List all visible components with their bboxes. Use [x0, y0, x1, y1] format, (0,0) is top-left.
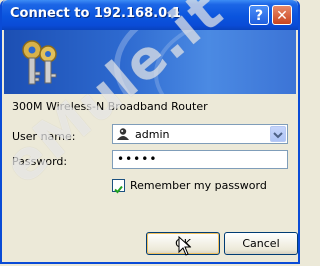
username-value: admin	[135, 128, 170, 141]
remember-checkbox[interactable]	[112, 179, 125, 194]
user-icon	[117, 128, 129, 140]
remember-label[interactable]: Remember my password	[130, 179, 267, 192]
username-combobox[interactable]: admin	[112, 124, 288, 144]
checkmark-icon	[114, 185, 123, 194]
mouse-cursor-icon	[178, 236, 192, 256]
chevron-down-icon	[273, 132, 283, 139]
login-dialog: Connect to 192.168.0.1 ? ✕ 300M Wireless…	[0, 0, 300, 264]
dropdown-arrow-button[interactable]	[270, 126, 286, 142]
close-button[interactable]: ✕	[272, 5, 292, 25]
password-field[interactable]: •••••	[112, 150, 288, 169]
cancel-button[interactable]: Cancel	[224, 232, 298, 255]
password-value: •••••	[117, 152, 158, 166]
keys-icon	[22, 40, 57, 85]
help-button[interactable]: ?	[249, 5, 269, 25]
